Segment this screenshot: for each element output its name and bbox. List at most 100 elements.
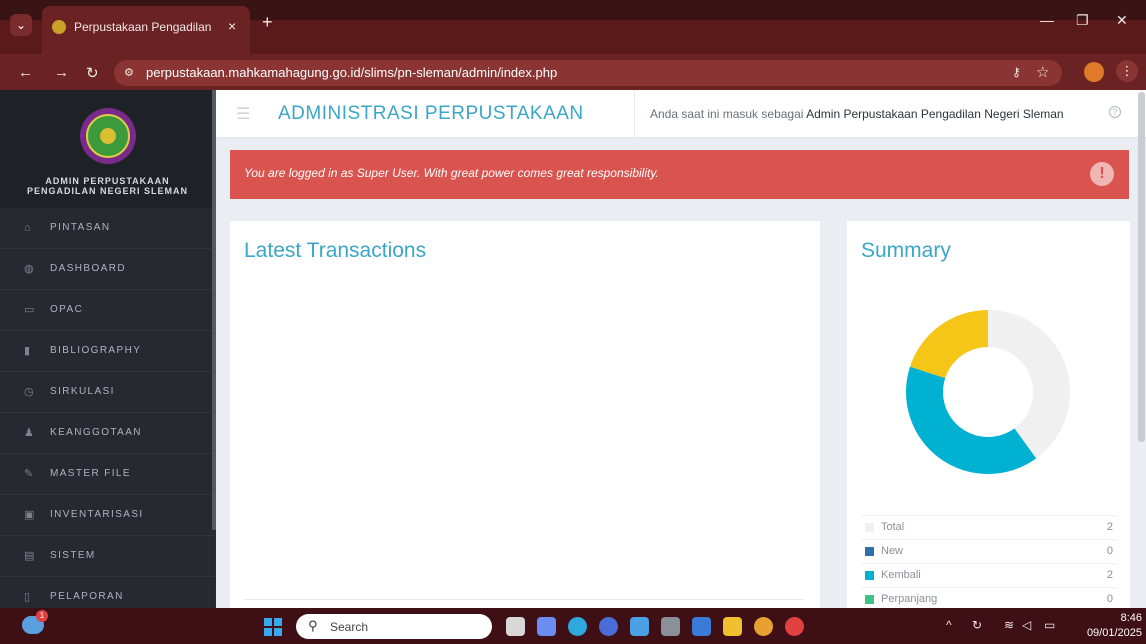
keyboard-icon: ▤ <box>24 550 35 562</box>
dashboard-icon: ◍ <box>24 263 34 275</box>
sync-icon[interactable]: ↻ <box>972 618 982 632</box>
panel-divider <box>244 599 804 600</box>
profile-avatar-icon[interactable] <box>1084 62 1104 82</box>
address-bar-row: ← → ↻ ⚙ perpustakaan.mahkamahagung.go.id… <box>0 54 1146 90</box>
legend-row-new: New 0 <box>861 539 1117 563</box>
briefcase-icon: ▣ <box>24 509 35 521</box>
page-title: ADMINISTRASI PERPUSTAKAAN <box>278 103 584 124</box>
url-field[interactable]: ⚙ perpustakaan.mahkamahagung.go.id/slims… <box>114 60 1062 86</box>
new-tab-button[interactable]: + <box>262 12 273 33</box>
wps-app-icon[interactable] <box>785 617 804 636</box>
legend-swatch <box>865 595 874 604</box>
sidebar-item-label: DASHBOARD <box>50 263 126 274</box>
calculator-app-icon[interactable] <box>661 617 680 636</box>
login-info: Anda saat ini masuk sebagai Admin Perpus… <box>650 107 1064 121</box>
sidebar-item-opac[interactable]: ▭ OPAC <box>0 290 215 331</box>
alert-message: You are logged in as Super User. With gr… <box>244 166 659 180</box>
sidebar-item-keanggotaan[interactable]: ♟ KEANGGOTAAN <box>0 413 215 454</box>
taskbar-search-input[interactable]: ⚲ Search <box>296 614 492 639</box>
reload-icon[interactable]: ↻ <box>86 64 99 82</box>
search-placeholder: Search <box>330 620 369 634</box>
transactions-title: Latest Transactions <box>244 239 427 262</box>
tray-chevron-icon[interactable]: ^ <box>946 618 952 632</box>
sidebar-item-dashboard[interactable]: ◍ DASHBOARD <box>0 249 215 290</box>
summary-title: Summary <box>861 239 951 262</box>
legend-label: Perpanjang <box>881 593 938 605</box>
latest-transactions-panel: Latest Transactions <box>230 221 820 621</box>
browser-tab[interactable]: Perpustakaan Pengadilan Negeri Sleman × <box>42 6 250 54</box>
legend-label: Kembali <box>881 569 921 581</box>
edge-app-icon[interactable] <box>568 617 587 636</box>
tab-search-button[interactable]: ⌄ <box>10 14 32 36</box>
bookmark-star-icon[interactable]: ☆ <box>1036 63 1049 81</box>
tab-close-button[interactable]: × <box>228 18 236 34</box>
legend-swatch <box>865 523 874 532</box>
wifi-icon[interactable]: ≋ <box>1004 618 1014 632</box>
home-icon: ⌂ <box>24 222 31 234</box>
browser-menu-icon[interactable]: ⋮ <box>1116 60 1138 82</box>
sidebar-item-master-file[interactable]: ✎ MASTER FILE <box>0 454 215 495</box>
explorer-app-icon[interactable] <box>723 617 742 636</box>
login-user: Admin Perpustakaan Pengadilan Negeri Sle… <box>806 107 1064 121</box>
notepad-app-icon[interactable] <box>630 617 649 636</box>
summary-panel: Summary Total 2 New 0 Kembali 2 Perpanjang 0 <box>847 221 1130 621</box>
password-key-icon[interactable]: ⚷ <box>1012 65 1021 79</box>
sidebar-item-label: MASTER FILE <box>50 468 131 479</box>
sidebar-item-label: OPAC <box>50 304 84 315</box>
legend-value: 2 <box>1106 569 1113 581</box>
donut-slice-other <box>910 310 988 379</box>
sidebar-item-inventarisasi[interactable]: ▣ INVENTARISASI <box>0 495 215 536</box>
sidebar-item-label: SIRKULASI <box>50 386 115 397</box>
battery-icon[interactable]: ▭ <box>1044 618 1055 632</box>
legend-row-kembali: Kembali 2 <box>861 563 1117 587</box>
sidebar-item-label: PELAPORAN <box>50 591 124 602</box>
legend-swatch <box>865 547 874 556</box>
photos-app-icon[interactable] <box>692 617 711 636</box>
clock-date[interactable]: 09/01/2025 <box>1072 627 1142 639</box>
volume-icon[interactable]: ◁ <box>1022 618 1031 632</box>
site-settings-icon[interactable]: ⚙ <box>124 66 134 79</box>
sidebar-item-pintasan[interactable]: ⌂ PINTASAN <box>0 208 215 249</box>
minimize-icon[interactable]: — <box>1040 12 1054 28</box>
sidebar-item-label: PINTASAN <box>50 222 111 233</box>
page-scrollbar[interactable] <box>1138 92 1145 442</box>
sidebar-item-label: KEANGGOTAAN <box>50 427 142 438</box>
sidebar-item-sirkulasi[interactable]: ◷ SIRKULASI <box>0 372 215 413</box>
exclamation-icon: ! <box>1090 162 1114 186</box>
back-icon[interactable]: ← <box>18 64 33 81</box>
legend-swatch <box>865 571 874 580</box>
sidebar-item-label: INVENTARISASI <box>50 509 144 520</box>
top-bar-divider <box>634 90 635 138</box>
chrome-app-icon[interactable] <box>754 617 773 636</box>
forward-icon[interactable]: → <box>54 64 69 81</box>
copilot-app-icon[interactable] <box>537 617 556 636</box>
taskview-app-icon[interactable] <box>506 617 525 636</box>
restore-icon[interactable]: ❐ <box>1076 12 1089 29</box>
user-icon: ♟ <box>24 427 34 439</box>
help-icon[interactable]: ? <box>1109 106 1121 118</box>
legend-value: 0 <box>1106 545 1113 557</box>
main-content: ☰ ADMINISTRASI PERPUSTAKAAN Anda saat in… <box>216 90 1146 621</box>
super-user-alert: You are logged in as Super User. With gr… <box>230 150 1129 199</box>
close-window-icon[interactable]: ✕ <box>1116 12 1128 29</box>
site-name: ADMIN PERPUSTAKAAN PENGADILAN NEGERI SLE… <box>26 176 188 196</box>
court-logo-icon <box>80 108 136 164</box>
search-icon: ⚲ <box>308 618 318 633</box>
windows-start-icon[interactable] <box>264 618 282 636</box>
summary-donut-chart <box>906 310 1070 474</box>
sidebar-item-bibliography[interactable]: ▮ BIBLIOGRAPHY <box>0 331 215 372</box>
clock-time[interactable]: 8:46 <box>1098 612 1142 624</box>
legend-value: 0 <box>1106 593 1113 605</box>
sidebar-item-label: BIBLIOGRAPHY <box>50 345 142 356</box>
sidebar: ADMIN PERPUSTAKAAN PENGADILAN NEGERI SLE… <box>0 90 216 618</box>
hamburger-menu-icon[interactable]: ☰ <box>236 104 250 124</box>
sidebar-item-sistem[interactable]: ▤ SISTEM <box>0 536 215 577</box>
media-player-app-icon[interactable] <box>599 617 618 636</box>
file-icon: ▯ <box>24 591 31 603</box>
donut-slice-kembali <box>906 366 1037 474</box>
browser-tab-bar: ⌄ Perpustakaan Pengadilan Negeri Sleman … <box>0 0 1146 54</box>
favicon-icon <box>52 20 66 34</box>
legend-label: Total <box>881 521 905 533</box>
bookmark-icon: ▮ <box>24 345 31 357</box>
legend-label: New <box>881 545 904 557</box>
